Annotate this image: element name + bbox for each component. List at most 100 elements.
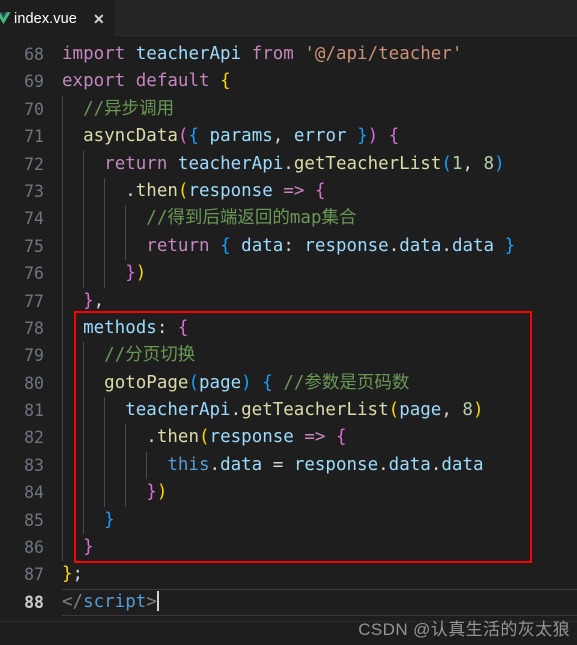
line-content[interactable]: gotoPage(page) { //参数是页码数 [62, 370, 409, 397]
code-line[interactable]: 70 //异步调用 [0, 95, 577, 124]
code-line[interactable]: 82 .then(response => { [0, 424, 577, 452]
code-line[interactable]: 68 import teacherApi from '@/api/teacher' [0, 41, 577, 68]
code-token: . [146, 427, 157, 448]
tab-index-vue[interactable]: index.vue ✕ [0, 0, 114, 37]
close-icon[interactable]: ✕ [93, 12, 105, 26]
line-content[interactable]: this.data = response.data.data [62, 452, 483, 479]
code-token: 1 [451, 153, 463, 174]
line-content[interactable]: //异步调用 [62, 96, 174, 123]
line-content[interactable]: </script> [62, 589, 159, 616]
code-token: teacherApi [177, 153, 284, 174]
code-line[interactable]: 74 //得到后端返回的map集合 [0, 205, 577, 233]
line-content[interactable]: export default { [62, 68, 231, 95]
code-line[interactable]: 76 }) [0, 260, 577, 288]
code-token: data [451, 235, 495, 256]
code-line[interactable]: 80 gotoPage(page) { //参数是页码数 [0, 369, 577, 398]
code-token: } [83, 290, 94, 311]
code-line[interactable]: 71 asyncData({ params, error }) { [0, 123, 577, 151]
line-content[interactable]: } [62, 534, 94, 561]
code-token: data [220, 454, 263, 475]
code-line[interactable]: 85 } [0, 506, 577, 535]
code-token: data [388, 454, 431, 475]
code-line[interactable]: 72 return teacherApi.getTeacherList(1, 8… [0, 150, 577, 178]
code-token: script [83, 591, 147, 612]
code-line[interactable]: 78 methods: { [0, 314, 577, 343]
line-content[interactable]: teacherApi.getTeacherList(page, 8) [62, 397, 483, 424]
code-token: page [399, 400, 442, 421]
code-token: getTeacherList [293, 153, 442, 174]
code-line[interactable]: 69 export default { [0, 68, 577, 95]
code-token: </ [62, 591, 84, 612]
code-token: 8 [462, 400, 473, 421]
code-line[interactable]: 75 return { data: response.data.data } [0, 232, 577, 261]
line-content[interactable]: .then(response => { [62, 424, 346, 451]
code-token: from [251, 44, 294, 64]
code-line[interactable]: 81 teacherApi.getTeacherList(page, 8) [0, 397, 577, 425]
code-token: ) [367, 126, 379, 147]
code-line[interactable]: 79 //分页切换 [0, 342, 577, 370]
code-token: ( [199, 427, 210, 448]
code-token: response [293, 454, 379, 475]
line-content[interactable]: }) [62, 479, 167, 506]
code-token: teacherApi [125, 400, 231, 421]
code-token: => [304, 427, 326, 448]
code-token: , [93, 290, 105, 311]
code-token: error [293, 126, 347, 147]
code-token: ( [177, 180, 189, 201]
code-token: ) [494, 153, 505, 174]
code-line[interactable]: 84 }) [0, 479, 577, 507]
csdn-watermark: CSDN @认真生活的灰太狼 [358, 620, 570, 639]
line-content[interactable]: } [62, 507, 115, 534]
code-token: : [156, 317, 178, 338]
line-content[interactable]: return teacherApi.getTeacherList(1, 8) [62, 151, 505, 178]
line-content[interactable]: asyncData({ params, error }) { [62, 123, 399, 150]
vue-file-icon [0, 12, 11, 25]
line-number: 88 [24, 592, 44, 612]
code-line[interactable]: 87}; [0, 561, 577, 588]
line-content[interactable]: }; [62, 561, 83, 588]
code-line[interactable]: 86 } [0, 534, 577, 562]
code-token: , [462, 153, 484, 174]
code-token: . [430, 454, 442, 475]
code-token: } [146, 482, 157, 503]
line-content[interactable]: //得到后端返回的map集合 [62, 205, 356, 232]
line-content[interactable]: import teacherApi from '@/api/teacher' [62, 41, 462, 68]
line-content[interactable]: methods: { [62, 315, 188, 342]
code-token: { [314, 180, 326, 201]
line-content[interactable]: .then(response => { [62, 178, 325, 205]
code-token: '@/api/teacher' [304, 44, 463, 64]
code-token: . [230, 400, 242, 421]
code-token: //参数是页码数 [283, 372, 410, 393]
code-token: then [156, 427, 199, 448]
code-line[interactable]: 83 this.data = response.data.data [0, 451, 577, 480]
code-token: data [241, 235, 284, 256]
line-number: 73 [24, 181, 44, 201]
code-token: { [220, 235, 231, 256]
code-token: , [441, 400, 463, 421]
code-line[interactable]: 77 }, [0, 287, 577, 315]
line-content[interactable]: return { data: response.data.data } [62, 233, 515, 260]
code-line[interactable]: 88 </script> [0, 588, 577, 617]
code-token: params [209, 126, 273, 147]
code-token: { [388, 126, 400, 147]
code-lines[interactable]: 68 import teacherApi from '@/api/teacher'… [0, 38, 577, 617]
code-token: 8 [483, 153, 495, 174]
code-editor[interactable]: 68 import teacherApi from '@/api/teacher'… [0, 38, 577, 645]
code-line[interactable]: 73 .then(response => { [0, 177, 577, 206]
line-content[interactable]: //分页切换 [62, 342, 195, 369]
line-content[interactable]: }, [62, 288, 104, 315]
code-token: { [220, 71, 231, 92]
code-token: { [177, 317, 189, 338]
line-content[interactable]: }) [62, 260, 146, 287]
